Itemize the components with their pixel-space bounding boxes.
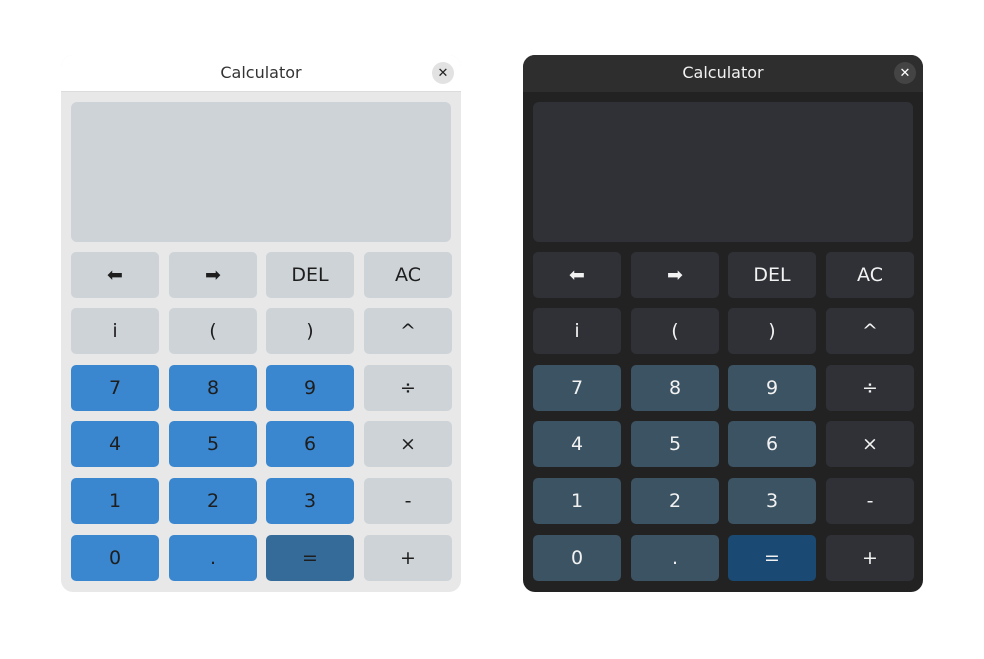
digit-5-button[interactable]: 5	[631, 421, 719, 467]
delete-button[interactable]: DEL	[728, 252, 816, 298]
digit-0-button[interactable]: 0	[71, 535, 159, 581]
digit-4-button[interactable]: 4	[71, 421, 159, 467]
imaginary-unit-button[interactable]: i	[533, 308, 621, 354]
digit-1-button[interactable]: 1	[71, 478, 159, 524]
digit-3-button[interactable]: 3	[266, 478, 354, 524]
close-button[interactable]: ✕	[894, 62, 916, 84]
cursor-left-button[interactable]: ⬅	[533, 252, 621, 298]
digit-8-button[interactable]: 8	[631, 365, 719, 411]
digit-8-button[interactable]: 8	[169, 365, 257, 411]
keypad: ⬅ ➡ DEL AC i ( ) ^ 7 8 9 ÷ 4 5 6 × 1 2 3…	[533, 252, 914, 582]
close-button[interactable]: ✕	[432, 62, 454, 84]
imaginary-unit-button[interactable]: i	[71, 308, 159, 354]
close-icon: ✕	[437, 65, 449, 81]
multiply-button[interactable]: ×	[826, 421, 914, 467]
titlebar[interactable]: Calculator ✕	[61, 55, 461, 92]
divide-button[interactable]: ÷	[826, 365, 914, 411]
close-icon: ✕	[899, 65, 911, 81]
delete-button[interactable]: DEL	[266, 252, 354, 298]
add-button[interactable]: +	[826, 535, 914, 581]
digit-9-button[interactable]: 9	[728, 365, 816, 411]
digit-7-button[interactable]: 7	[533, 365, 621, 411]
decimal-point-button[interactable]: .	[169, 535, 257, 581]
close-paren-button[interactable]: )	[266, 308, 354, 354]
cursor-left-button[interactable]: ⬅	[71, 252, 159, 298]
equals-button[interactable]: =	[266, 535, 354, 581]
open-paren-button[interactable]: (	[631, 308, 719, 354]
open-paren-button[interactable]: (	[169, 308, 257, 354]
digit-6-button[interactable]: 6	[266, 421, 354, 467]
close-paren-button[interactable]: )	[728, 308, 816, 354]
cursor-right-button[interactable]: ➡	[631, 252, 719, 298]
subtract-button[interactable]: -	[826, 478, 914, 524]
digit-0-button[interactable]: 0	[533, 535, 621, 581]
multiply-button[interactable]: ×	[364, 421, 452, 467]
digit-9-button[interactable]: 9	[266, 365, 354, 411]
power-button[interactable]: ^	[364, 308, 452, 354]
digit-4-button[interactable]: 4	[533, 421, 621, 467]
window-title: Calculator	[682, 63, 764, 82]
equals-button[interactable]: =	[728, 535, 816, 581]
digit-7-button[interactable]: 7	[71, 365, 159, 411]
calculator-display[interactable]	[533, 102, 913, 242]
window-title: Calculator	[220, 63, 302, 82]
digit-3-button[interactable]: 3	[728, 478, 816, 524]
digit-2-button[interactable]: 2	[631, 478, 719, 524]
all-clear-button[interactable]: AC	[364, 252, 452, 298]
keypad: ⬅ ➡ DEL AC i ( ) ^ 7 8 9 ÷ 4 5 6 × 1 2 3…	[71, 252, 452, 582]
power-button[interactable]: ^	[826, 308, 914, 354]
add-button[interactable]: +	[364, 535, 452, 581]
calculator-window-light: Calculator ✕ ⬅ ➡ DEL AC i ( ) ^ 7 8 9 ÷ …	[61, 55, 461, 592]
digit-1-button[interactable]: 1	[533, 478, 621, 524]
titlebar[interactable]: Calculator ✕	[523, 55, 923, 92]
digit-5-button[interactable]: 5	[169, 421, 257, 467]
all-clear-button[interactable]: AC	[826, 252, 914, 298]
decimal-point-button[interactable]: .	[631, 535, 719, 581]
digit-6-button[interactable]: 6	[728, 421, 816, 467]
subtract-button[interactable]: -	[364, 478, 452, 524]
calculator-window-dark: Calculator ✕ ⬅ ➡ DEL AC i ( ) ^ 7 8 9 ÷ …	[523, 55, 923, 592]
digit-2-button[interactable]: 2	[169, 478, 257, 524]
calculator-display[interactable]	[71, 102, 451, 242]
cursor-right-button[interactable]: ➡	[169, 252, 257, 298]
divide-button[interactable]: ÷	[364, 365, 452, 411]
